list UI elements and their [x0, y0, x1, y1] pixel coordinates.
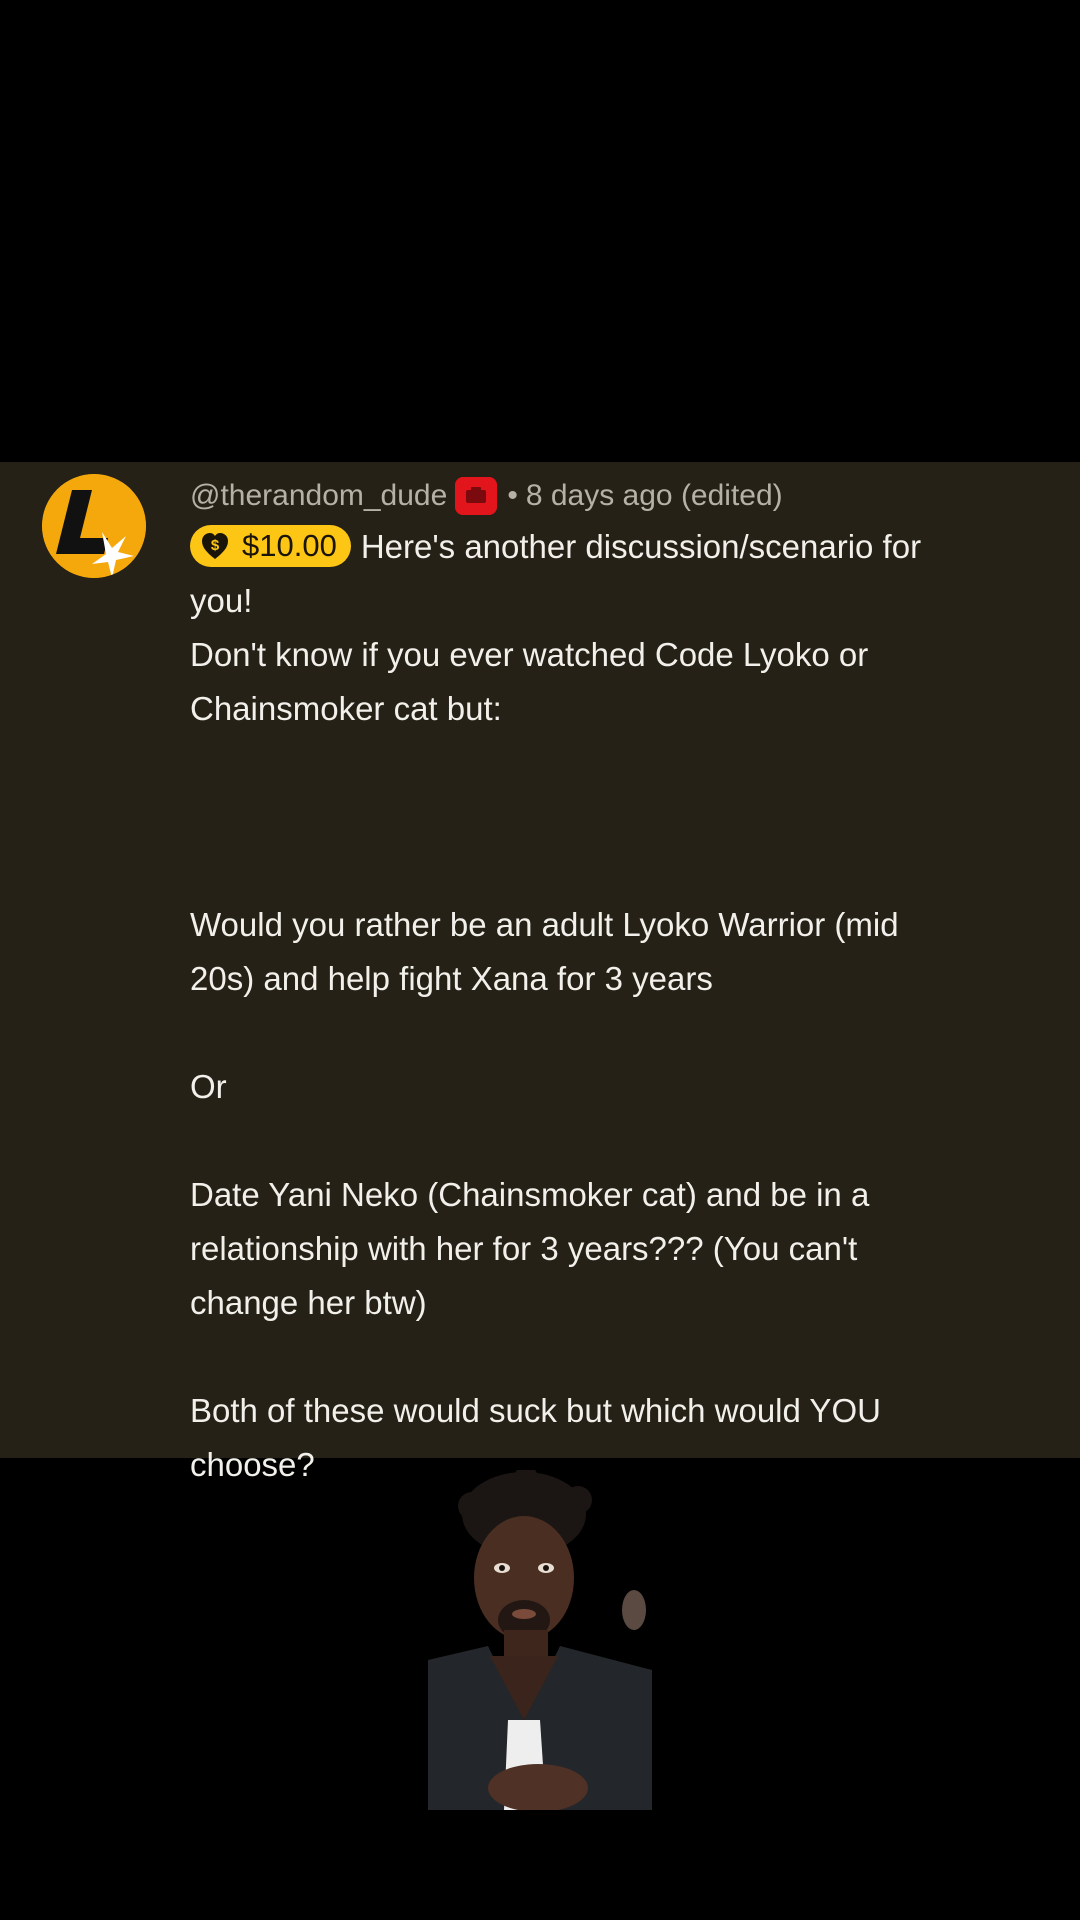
superchat-amount: $10.00	[242, 528, 337, 564]
comment-line: change her btw)	[190, 1284, 427, 1321]
comment-line: Would you rather be an adult Lyoko Warri…	[190, 906, 899, 943]
comment-blank-line	[190, 1006, 1020, 1060]
avatar-logo-icon	[42, 474, 146, 578]
comment-line-1: $ $10.00 Here's another discussion/scena…	[190, 520, 1020, 574]
comment-line: Chainsmoker cat but:	[190, 690, 502, 727]
comment-line: relationship with her for 3 years??? (Yo…	[190, 1230, 858, 1267]
svg-text:$: $	[211, 537, 220, 554]
comment-blank-line	[190, 1114, 1020, 1168]
author-handle[interactable]: @therandom_dude	[190, 479, 447, 513]
comment-blank-line	[190, 736, 1020, 790]
comment-line: Both of these would suck but which would…	[190, 1392, 881, 1429]
comment-blank-line	[190, 1330, 1020, 1384]
comment-line: 20s) and help fight Xana for 3 years	[190, 960, 713, 997]
comment-line: you!	[190, 582, 253, 619]
comment-line: Date Yani Neko (Chainsmoker cat) and be …	[190, 1176, 870, 1213]
comment-meta: @therandom_dude • 8 days ago (edited)	[190, 472, 1020, 520]
comment-timestamp: 8 days ago (edited)	[525, 479, 783, 512]
member-badge-icon	[455, 477, 498, 515]
comment-text: $ $10.00 Here's another discussion/scena…	[190, 520, 1020, 1492]
superchat-chip: $ $10.00	[190, 525, 351, 568]
user-avatar[interactable]	[42, 474, 146, 578]
comment-blank-line	[190, 844, 1020, 898]
presenter-video-cutout	[428, 1466, 652, 1812]
meta-separator: •	[507, 479, 518, 512]
comment-line: Or	[190, 1068, 227, 1105]
comment-body: @therandom_dude • 8 days ago (edited) $ …	[190, 472, 1020, 1492]
comment-line-text: Here's another discussion/scenario for	[360, 528, 922, 565]
heart-dollar-icon: $	[200, 531, 230, 561]
comment-blank-line	[190, 790, 1020, 844]
comment-line: Don't know if you ever watched Code Lyok…	[190, 636, 869, 673]
presenter-figure	[428, 1466, 652, 1812]
